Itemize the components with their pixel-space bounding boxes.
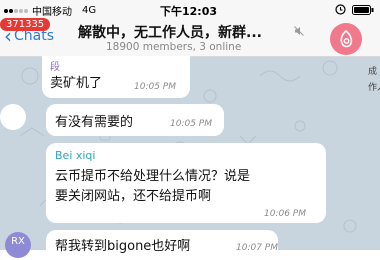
status-left: 中国移动 4G	[4, 3, 96, 18]
message-text-line: 要关闭网站，还不给提币啊	[55, 189, 212, 204]
message-time: 10:07 PM	[236, 243, 278, 253]
chat-title[interactable]: 解散中，无工作人员，新群...	[78, 22, 262, 42]
screen-lock-icon	[335, 4, 346, 15]
sender-name: 段	[50, 62, 60, 73]
status-bar: 中国移动 4G 下午12:03	[0, 0, 380, 20]
adjacent-window-edge: 成 作人	[367, 58, 380, 118]
edge-text: 作人	[368, 83, 380, 93]
message-time: 10:05 PM	[134, 82, 176, 92]
message-bubble[interactable]: 有没有需要的 10:05 PM	[46, 104, 224, 136]
mute-icon	[294, 26, 304, 36]
message-time: 10:06 PM	[264, 209, 306, 219]
message-bubble[interactable]: Bei xiqi 云币提币不给处理什么情况？说是 要关闭网站，还不给提币啊 10…	[46, 143, 326, 223]
clock: 下午12:03	[160, 5, 218, 18]
message-text: 帮我转到bigone也好啊	[55, 239, 191, 254]
message-bubble[interactable]: 段 卖矿机了 10:05 PM	[42, 56, 190, 98]
signal-strength-icon	[4, 8, 28, 13]
message-text: 卖矿机了	[50, 76, 103, 91]
group-logo-icon	[340, 29, 353, 48]
status-right	[335, 4, 374, 15]
group-avatar[interactable]	[330, 23, 362, 55]
message-text-line: 云币提币不给处理什么情况？说是	[55, 169, 251, 184]
sender-avatar[interactable]	[0, 104, 26, 130]
member-count: 18900 members, 3 online	[106, 41, 242, 53]
edge-text: 成	[368, 67, 378, 77]
network-type: 4G	[82, 5, 97, 16]
sender-name[interactable]: Bei xiqi	[55, 149, 95, 162]
sender-avatar[interactable]: RX	[5, 232, 31, 258]
message-bubble[interactable]: 帮我转到bigone也好啊 10:07 PM	[46, 230, 278, 260]
message-text: 有没有需要的	[55, 115, 134, 130]
chat-header: ‹ Chats 371335 解散中，无工作人员，新群... 18900 mem…	[0, 18, 380, 57]
message-time: 10:05 PM	[170, 119, 212, 129]
unread-count-badge: 371335	[0, 18, 51, 31]
carrier-name: 中国移动	[32, 7, 72, 18]
battery-icon	[352, 4, 374, 15]
